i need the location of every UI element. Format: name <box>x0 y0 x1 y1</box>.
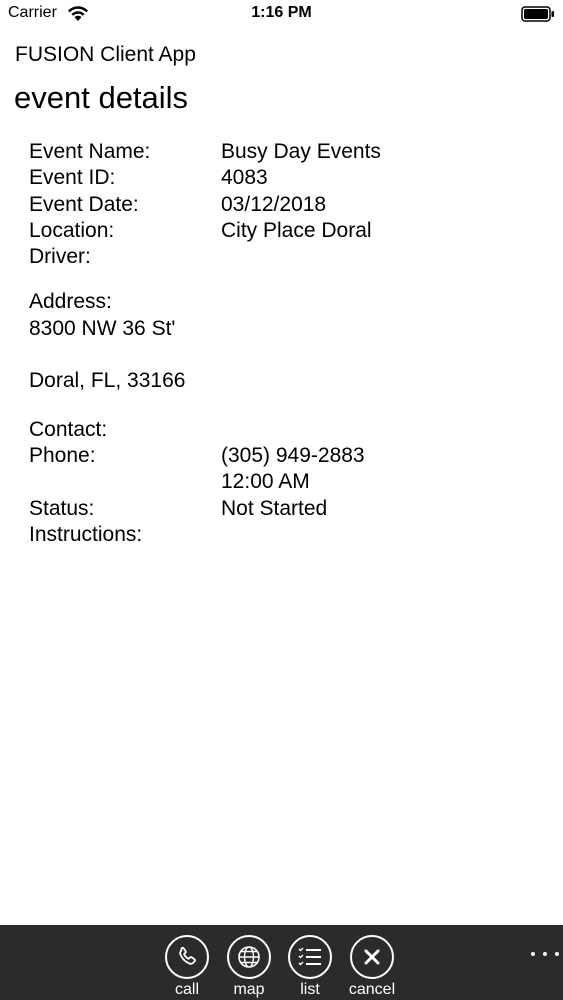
phone-icon <box>165 935 209 979</box>
event-id-value: 4083 <box>221 166 268 190</box>
address-line1: 8300 NW 36 St' <box>29 316 176 340</box>
address-label: Address: <box>29 290 112 314</box>
address-line2: Doral, FL, 33166 <box>29 369 186 393</box>
call-label: call <box>174 981 199 998</box>
more-icon[interactable] <box>529 951 561 957</box>
event-id-row: Event ID: 4083 <box>29 165 549 191</box>
event-date-label: Event Date: <box>29 192 139 216</box>
map-button[interactable]: map <box>219 935 279 999</box>
call-button[interactable]: call <box>157 935 217 999</box>
instructions-label: Instructions: <box>29 522 143 546</box>
event-name-value: Busy Day Events <box>221 140 381 163</box>
list-icon <box>288 935 332 979</box>
status-bar: Carrier 1:16 PM <box>0 0 563 30</box>
event-date-value: 03/12/2018 <box>221 192 327 216</box>
list-button[interactable]: list <box>280 935 340 999</box>
event-time-value: 12:00 AM <box>221 470 310 494</box>
contact-label: Contact: <box>29 417 108 441</box>
app-title: FUSION Client App <box>15 43 196 66</box>
cancel-label: cancel <box>348 981 396 998</box>
close-icon <box>350 935 394 979</box>
time-row: 12:00 AM <box>29 469 549 495</box>
location-row: Location: City Place Doral <box>29 218 549 244</box>
location-label: Location: <box>29 218 115 242</box>
driver-label: Driver: <box>29 245 91 269</box>
status-row: Status: Not Started <box>29 496 549 522</box>
instructions-row: Instructions: <box>29 522 549 548</box>
bottom-toolbar: call map list cancel <box>0 925 563 1000</box>
cancel-button[interactable]: cancel <box>342 935 402 999</box>
status-label: Status: <box>29 496 95 520</box>
list-label: list <box>300 981 320 998</box>
globe-icon <box>227 935 271 979</box>
driver-row: Driver: <box>29 244 549 270</box>
page-title: event details <box>14 80 189 115</box>
map-label: map <box>233 981 265 998</box>
event-id-label: Event ID: <box>29 166 116 190</box>
event-name-label: Event Name: <box>29 140 151 163</box>
phone-value[interactable]: (305) 949-2883 <box>221 443 365 469</box>
contact-row: Contact: <box>29 417 549 443</box>
battery-icon <box>521 6 554 22</box>
location-value: City Place Doral <box>221 218 372 242</box>
event-date-row: Event Date: 03/12/2018 <box>29 192 549 218</box>
status-value: Not Started <box>221 496 328 520</box>
phone-row: Phone: (305) 949-2883 <box>29 443 549 469</box>
event-details: Event Name: Busy Day Events Event ID: 40… <box>29 139 549 548</box>
event-name-row: Event Name: Busy Day Events <box>29 139 549 165</box>
clock: 1:16 PM <box>251 4 312 21</box>
phone-label: Phone: <box>29 443 96 467</box>
